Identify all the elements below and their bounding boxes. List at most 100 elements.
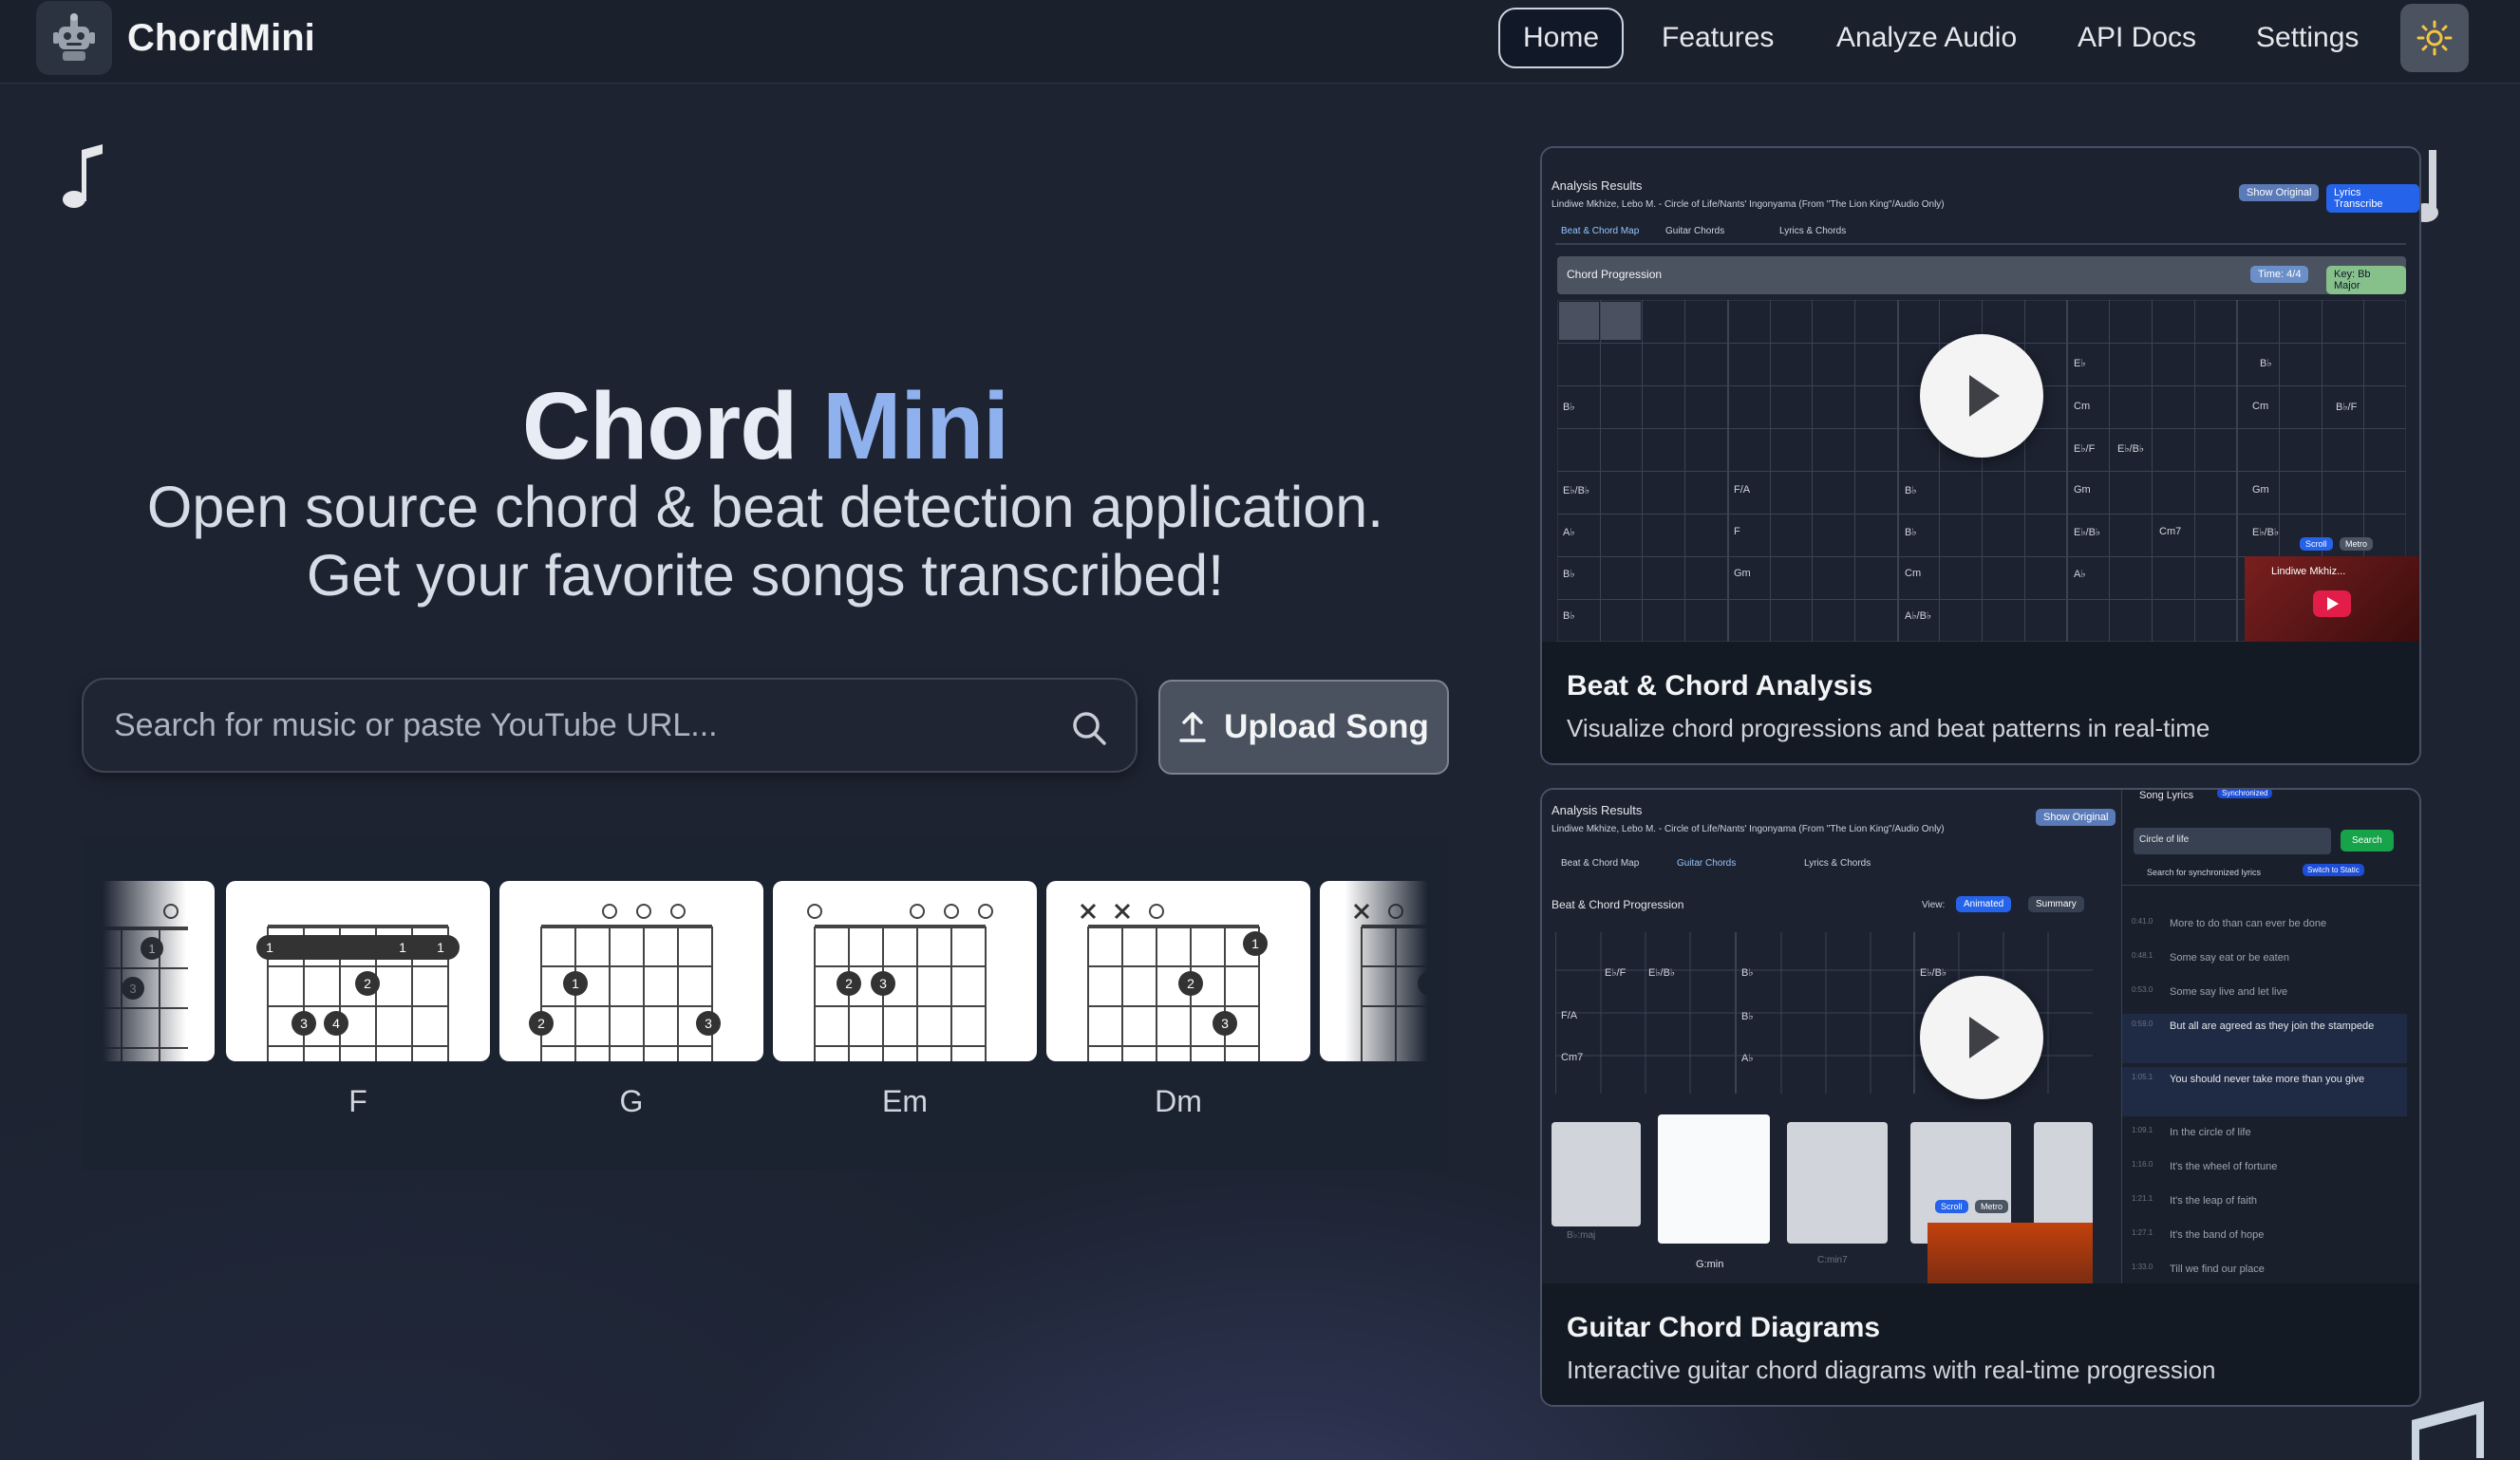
lyric-text: It's the wheel of fortune — [2170, 1161, 2278, 1172]
svg-text:1: 1 — [399, 940, 406, 955]
grid-chord: A♭ — [1563, 527, 1575, 538]
lyric-line: 1:27.1 It's the band of hope — [2122, 1223, 2407, 1257]
grid-chord: Gm — [2074, 484, 2091, 496]
grid-chord: E♭ — [2074, 358, 2086, 369]
grid-row-line — [1557, 514, 2406, 515]
lyric-time: 0:59.0 — [2132, 1020, 2153, 1028]
lyric-line: 0:48.1 Some say eat or be eaten — [2122, 945, 2407, 980]
nav-settings[interactable]: Settings — [2233, 8, 2381, 68]
mini-chord-name: G:min — [1696, 1259, 1724, 1270]
grid-chord: E♭/F — [1605, 967, 1627, 979]
lyric-time: 0:53.0 — [2132, 985, 2153, 994]
shot-tab: Lyrics & Chords — [1804, 858, 1871, 869]
chord-diagram-card[interactable]: 2 3 — [773, 881, 1037, 1061]
grid-chord: Gm — [1734, 568, 1751, 579]
grid-chord: B♭ — [1563, 610, 1575, 622]
mini-chord-diagram — [1551, 1122, 1641, 1226]
feature-title: Beat & Chord Analysis — [1567, 670, 1873, 702]
feature-info: Beat & Chord Analysis Visualize chord pr… — [1542, 642, 2419, 763]
nav-features[interactable]: Features — [1639, 8, 1796, 68]
grid-chord: B♭ — [2260, 358, 2272, 369]
grid-chord: A♭/B♭ — [1905, 610, 1932, 622]
lyric-line: 0:59.0 But all are agreed as they join th… — [2122, 1014, 2407, 1063]
metro-toggle: Metro — [1975, 1200, 2009, 1213]
svg-text:3: 3 — [1221, 1016, 1229, 1031]
svg-text:1: 1 — [572, 976, 579, 991]
lyric-text: Some say eat or be eaten — [2170, 952, 2289, 964]
play-icon — [1969, 1017, 2000, 1058]
svg-text:3: 3 — [705, 1016, 712, 1031]
chord-diagram-card[interactable]: 1 2 3 — [1046, 881, 1310, 1061]
feature-title: Guitar Chord Diagrams — [1567, 1312, 1881, 1343]
upload-icon — [1179, 712, 1206, 742]
svg-text:3: 3 — [300, 1016, 308, 1031]
svg-text:4: 4 — [332, 1016, 340, 1031]
sun-icon — [2417, 20, 2453, 56]
lyric-time: 1:09.1 — [2132, 1126, 2153, 1134]
lyrics-search-button: Search — [2341, 830, 2394, 852]
hero-title-mini: Mini — [822, 373, 1009, 479]
lyric-time: 0:41.0 — [2132, 917, 2153, 926]
theme-toggle-button[interactable] — [2400, 4, 2469, 72]
mini-chord-name: B♭:maj — [1567, 1230, 1596, 1241]
shot-tab: Guitar Chords — [1677, 858, 1737, 869]
chord-name: Dm — [1155, 1084, 1202, 1118]
nav-api-docs[interactable]: API Docs — [2055, 8, 2219, 68]
brand-name[interactable]: ChordMini — [127, 17, 315, 60]
upload-song-label: Upload Song — [1224, 708, 1429, 745]
grid-chord: B♭ — [1905, 527, 1917, 538]
grid-chord: B♭ — [1563, 569, 1575, 580]
svg-text:3: 3 — [879, 976, 887, 991]
feature-screenshot: Analysis Results Lindiwe Mkhize, Lebo M.… — [1542, 790, 2419, 1283]
nav-home[interactable]: Home — [1498, 8, 1625, 68]
hero-title: Chord Mini — [0, 372, 1531, 481]
robot-logo-icon[interactable] — [36, 1, 112, 75]
lyric-time: 0:48.1 — [2132, 951, 2153, 960]
play-video-button[interactable] — [1920, 976, 2043, 1099]
search-icon[interactable] — [1071, 710, 1107, 746]
lyric-line: 1:21.1 It's the leap of faith — [2122, 1189, 2407, 1223]
grid-chord: B♭ — [1741, 1011, 1754, 1022]
feature-screenshot: Analysis Results Lindiwe Mkhize, Lebo M.… — [1542, 148, 2419, 642]
lyrics-panel: Song Lyrics Synchronized Circle of life … — [2121, 790, 2419, 1283]
switch-to-static-button: Switch to Static — [2303, 864, 2364, 876]
svg-text:2: 2 — [537, 1016, 545, 1031]
feature-card-beat-chord[interactable]: Analysis Results Lindiwe Mkhize, Lebo M.… — [1540, 146, 2421, 765]
lyric-text: It's the band of hope — [2170, 1229, 2265, 1241]
lyrics-search-value: Circle of life — [2139, 834, 2190, 845]
lyric-time: 1:33.0 — [2132, 1263, 2153, 1271]
grid-chord: F/A — [1734, 484, 1751, 496]
play-video-button[interactable] — [1920, 334, 2043, 458]
grid-chord: Cm — [1905, 568, 1922, 579]
lyric-text: In the circle of life — [2170, 1127, 2251, 1138]
double-music-note-icon — [2412, 1401, 2484, 1460]
hero-subtitle: Open source chord & beat detection appli… — [146, 475, 1384, 608]
chord-diagram-card[interactable]: 1 2 3 — [499, 881, 763, 1061]
lyrics-title: Song Lyrics — [2139, 790, 2194, 801]
shot-panel-title: Beat & Chord Progression — [1551, 898, 1684, 911]
shot-heading: Analysis Results — [1551, 803, 1643, 817]
view-animated-button: Animated — [1956, 896, 2012, 912]
grid-chord: A♭ — [1741, 1053, 1754, 1064]
shot-divider — [1555, 243, 2406, 245]
grid-chord: E♭/B♭ — [2252, 527, 2280, 538]
lyric-text: You should never take more than you give — [2170, 1074, 2365, 1085]
search-input[interactable] — [84, 680, 1136, 771]
upload-song-button[interactable]: Upload Song — [1158, 680, 1449, 775]
chord-diagram-card[interactable]: 1 1 1 2 3 4 — [226, 881, 490, 1061]
time-badge: Time: 4/4 — [2250, 266, 2309, 283]
shot-tab: Beat & Chord Map — [1561, 226, 1640, 236]
shot-song: Lindiwe Mkhize, Lebo M. - Circle of Life… — [1551, 199, 1945, 210]
lyrics-transcribe-button: Lyrics Transcribe — [2326, 184, 2419, 213]
hero-title-chord: Chord — [521, 373, 798, 479]
lyrics-checkbox-label: Search for synchronized lyrics — [2147, 868, 2262, 877]
mini-chord-diagram-active — [1658, 1114, 1770, 1244]
search-box — [82, 678, 1138, 773]
feature-card-guitar-diagrams[interactable]: Analysis Results Lindiwe Mkhize, Lebo M.… — [1540, 788, 2421, 1407]
chord-diagram-carousel: 1 3 1 1 1 2 3 4 — [82, 835, 1449, 1170]
lyric-text: More to do than can ever be done — [2170, 918, 2327, 929]
show-original-button: Show Original — [2036, 809, 2116, 826]
nav-analyze-audio[interactable]: Analyze Audio — [1814, 8, 2040, 68]
top-navbar: ChordMini Home Features Analyze Audio AP… — [0, 0, 2520, 84]
chord-name: Em — [882, 1084, 928, 1118]
